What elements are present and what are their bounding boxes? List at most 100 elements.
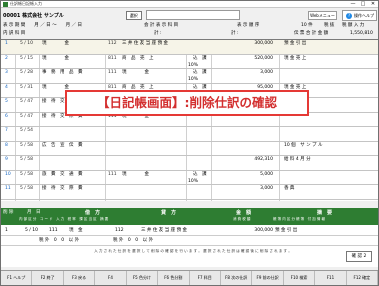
function-key-bar: F1 ヘルプ F2 終了 F3 戻る F4 F5 色分け F6 色分割 F7 科目 F8 次の… xyxy=(1,270,379,285)
function-key-5[interactable]: F5 色分け xyxy=(127,271,159,285)
function-key-12[interactable]: F12 確定 xyxy=(347,271,379,285)
function-key-11[interactable]: F11 xyxy=(315,271,347,285)
row-credit-account: 現 金 xyxy=(122,171,149,177)
credit-tax-info[interactable]: 税 外 0 0 以 外 xyxy=(113,237,153,244)
grid-row[interactable]: 2 5 / 15 現 金 811 商 品 売 上 込 課 520,000 現 金 売 上 10% xyxy=(1,55,378,69)
header-debit: 借 方 xyxy=(85,210,101,216)
row-number: 9 xyxy=(5,157,8,162)
row-tax-class: 込 課 xyxy=(193,55,207,61)
row-credit-account: 三 井 住 友 当 座 預 金 xyxy=(122,41,169,46)
balance-label: 伝 票 合 計 金 額 xyxy=(294,31,329,36)
display-order[interactable]: 表 示 順 序 xyxy=(237,22,259,30)
entry-detail: 削 除 月 日 借 方 貸 方 金 額 摘 要 内 部 区 分 コ ー ド 入 … xyxy=(1,208,378,267)
title-bar: 仕訳帳日記帳入力 — □ ✕ xyxy=(1,1,378,8)
row-tax-class: 込 課 xyxy=(193,70,207,75)
row-debit-account: 事 務 用 品 費 xyxy=(42,70,83,75)
row-number: 6 xyxy=(5,113,8,119)
row-number: 4 xyxy=(5,84,8,90)
function-key-9[interactable]: F9 前の仕訳 xyxy=(252,271,284,285)
detail-date[interactable]: 5 / 10 xyxy=(25,227,38,234)
row-date: 5 / 28 xyxy=(20,70,33,75)
row-date: 5 / 10 xyxy=(20,41,33,46)
header-memo: 摘 要 xyxy=(317,210,333,216)
date-range[interactable]: 表 示 期 間 月 ／ 日 〜 月 ／ 日 xyxy=(3,22,82,30)
debit-tax-info[interactable]: 税 外 0 0 以 外 xyxy=(39,237,79,244)
journal-grid[interactable]: 15 / 10 現 金 112 三 井 住 友 当 座 預 金 300,000 預 金 引… xyxy=(1,39,378,201)
row-debit-account: 現 金 xyxy=(42,41,69,46)
row-memo: 10 個 サ ン プ ル xyxy=(284,142,323,148)
row-credit-account: 商 品 売 上 xyxy=(122,55,154,61)
function-key-8[interactable]: F8 次の仕訳 xyxy=(221,271,253,285)
row-number: 5 xyxy=(5,99,8,104)
top-bar: 00001 株式会社 サンプル 選択 Webメニュー ? 操作ヘルプ xyxy=(1,9,378,21)
row-number: 2 xyxy=(5,55,8,61)
detail-header: 削 除 月 日 借 方 貸 方 金 額 摘 要 内 部 区 分 コ ー ド 入 … xyxy=(1,208,378,225)
row-date: 5 / 15 xyxy=(20,55,33,61)
detail-no: 1 xyxy=(5,228,8,233)
function-key-7[interactable]: F7 科目 xyxy=(190,271,221,285)
app-icon xyxy=(3,1,8,7)
function-key-6[interactable]: F6 色分割 xyxy=(158,271,190,285)
row-tax-rate: 10% xyxy=(188,178,199,184)
detail-tax-row[interactable]: 税 外 0 0 以 外 税 外 0 0 以 外 xyxy=(1,236,378,246)
period-select-button[interactable]: 選択 xyxy=(125,10,142,20)
row-credit-code: 811 xyxy=(108,55,117,61)
function-key-1[interactable]: F1 ヘルプ xyxy=(1,271,33,285)
help-label: 操作ヘルプ xyxy=(354,13,374,18)
web-menu-button[interactable]: Webメニュー xyxy=(308,11,337,20)
row-number: 7 xyxy=(5,128,8,133)
window-controls: — □ ✕ xyxy=(348,1,378,8)
row-amount: 300,000 xyxy=(254,41,273,46)
detail-debit-code[interactable]: 111 xyxy=(49,227,58,234)
maximize-button[interactable]: □ xyxy=(358,1,368,8)
grid-row[interactable]: 7 5 / 54 xyxy=(1,127,378,142)
display-settings: 表 示 期 間 月 ／ 日 〜 月 ／ 日 会 計 表 示 科 目 表 示 順 … xyxy=(1,22,378,30)
row-amount: 520,000 xyxy=(254,55,273,61)
row-tax-rate: 10% xyxy=(188,62,199,68)
row-debit-account: 現 金 xyxy=(42,55,69,61)
grid-row[interactable]: 8 5 / 58 広 告 宣 伝 費 10 個 サ ン プ ル xyxy=(1,142,378,156)
window-title: 仕訳帳日記帳入力 xyxy=(10,1,42,6)
debit-total: 計 : xyxy=(154,31,162,36)
row-tax-class: 込 課 xyxy=(193,171,207,177)
row-credit-account: 現 金 xyxy=(122,70,149,75)
row-amount: 492,310 xyxy=(254,157,273,162)
row-debit-account: 接 待 交 際 費 xyxy=(42,186,83,191)
journal-window: 仕訳帳日記帳入力 — □ ✕ 00001 株式会社 サンプル 選択 Webメニュ… xyxy=(0,0,379,286)
grid-row[interactable]: 9 5 / 58 492,310 給 料 4 月 分 xyxy=(1,156,378,171)
credit-total: 計 : xyxy=(231,31,239,36)
row-memo: 香 典 xyxy=(284,186,295,191)
function-key-2[interactable]: F2 終了 xyxy=(32,271,64,285)
detail-row[interactable]: 1 5 / 10 111 現 金 112 三 井 住 友 当 座 預 金 300… xyxy=(1,225,378,236)
row-number: 1 xyxy=(5,41,8,46)
grid-row[interactable]: 11 5 / 58 接 待 交 際 費 3,000 香 典 xyxy=(1,185,378,200)
mode-box[interactable] xyxy=(145,10,240,20)
function-key-4[interactable]: F4 xyxy=(95,271,127,285)
display-account[interactable]: 会 計 表 示 科 目 xyxy=(144,22,178,30)
detail-credit-account[interactable]: 三 井 住 友 当 座 預 金 xyxy=(141,227,187,234)
row-amount: 3,000 xyxy=(260,70,273,75)
row-debit-account: 旅 費 交 通 費 xyxy=(42,171,83,177)
company-name: 00001 株式会社 サンプル xyxy=(3,12,64,19)
row-credit-code: 112 xyxy=(108,41,117,46)
grid-row[interactable]: 3 5 / 28 事 務 用 品 費 111 現 金 込 課 3,000 10% xyxy=(1,69,378,84)
row-number: 8 xyxy=(5,142,8,148)
function-key-10[interactable]: F10 検索 xyxy=(284,271,316,285)
minimize-button[interactable]: — xyxy=(348,1,358,8)
confirm-button[interactable]: 確 認 2 xyxy=(346,251,372,262)
detail-amount[interactable]: 300,000 xyxy=(233,227,273,234)
detail-credit-code[interactable]: 112 xyxy=(115,227,124,234)
row-credit-code: 111 xyxy=(108,70,117,75)
detail-rows: 1 5 / 10 111 現 金 112 三 井 住 友 当 座 預 金 300… xyxy=(1,225,378,267)
grid-row[interactable]: 10 5 / 58 旅 費 交 通 費 111 現 金 込 課 5,000 10% xyxy=(1,171,378,185)
function-key-3[interactable]: F3 戻る xyxy=(64,271,96,285)
row-date: 5 / 58 xyxy=(20,171,33,177)
header-amount: 金 額 xyxy=(236,210,252,216)
input-type[interactable]: 税 額 入 力 xyxy=(342,22,364,30)
grid-row[interactable]: 1 5 / 10 現 金 112 三 井 住 友 当 座 預 金 300,000 預 金 引… xyxy=(1,40,378,55)
detail-debit-account[interactable]: 現 金 xyxy=(69,227,83,234)
close-button[interactable]: ✕ xyxy=(368,1,378,8)
help-button[interactable]: ? 操作ヘルプ xyxy=(342,10,377,21)
detail-memo[interactable]: 預 金 引 出 xyxy=(275,227,297,234)
tax-mode[interactable]: 税 抜 xyxy=(324,22,334,30)
